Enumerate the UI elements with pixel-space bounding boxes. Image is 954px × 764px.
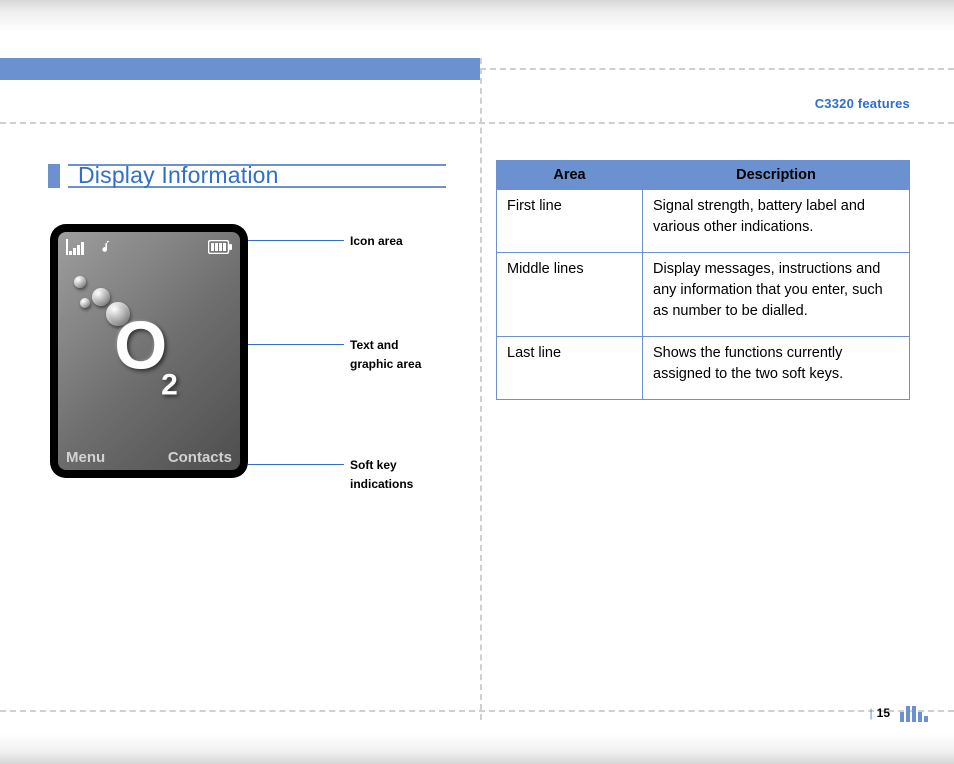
bottom-gradient — [0, 734, 954, 764]
th-area: Area — [497, 161, 643, 190]
phone-screen: O2 Menu Contacts — [58, 232, 240, 470]
footer-dash — [0, 710, 954, 712]
cell-desc: Shows the functions currently assigned t… — [643, 337, 910, 400]
o2-logo: O2 — [114, 312, 184, 380]
section-title: Display Information — [48, 160, 446, 194]
phone-status-row — [58, 236, 240, 258]
cell-area: First line — [497, 190, 643, 253]
table-row: Last line Shows the functions currently … — [497, 337, 910, 400]
header-dash — [0, 122, 954, 124]
section-title-text: Display Information — [78, 162, 279, 189]
callout-text-area-l1: Text and — [350, 338, 398, 352]
softkey-row: Menu Contacts — [58, 438, 240, 470]
callout-line — [248, 240, 344, 241]
water-drop-icon — [92, 288, 110, 306]
water-drop-icon — [80, 298, 90, 308]
header-section-label: C3320 features — [815, 96, 910, 111]
table-row: First line Signal strength, battery labe… — [497, 190, 910, 253]
signal-icon — [66, 239, 88, 255]
thumb-index-icon — [900, 706, 928, 722]
callout-icon-area: Icon area — [350, 232, 460, 251]
vertical-divider — [480, 58, 482, 720]
th-desc: Description — [643, 161, 910, 190]
table-header-row: Area Description — [497, 161, 910, 190]
o2-logo-sub: 2 — [161, 369, 178, 402]
cell-desc: Display messages, instructions and any i… — [643, 253, 910, 337]
o2-logo-letter: O — [114, 312, 167, 380]
phone-display-illustration: O2 Menu Contacts — [50, 224, 248, 478]
cell-area: Middle lines — [497, 253, 643, 337]
music-note-icon — [98, 239, 112, 255]
table-row: Middle lines Display messages, instructi… — [497, 253, 910, 337]
top-blue-bar — [0, 58, 480, 80]
callout-softkey-l1: Soft key — [350, 458, 397, 472]
callout-softkey-l2: indications — [350, 477, 413, 491]
left-softkey-label: Menu — [66, 449, 105, 466]
callout-text-area-l2: graphic area — [350, 357, 421, 371]
top-dash-right — [480, 68, 954, 70]
page-number: |15 — [870, 706, 890, 720]
cell-area: Last line — [497, 337, 643, 400]
water-drop-icon — [74, 276, 86, 288]
callout-text-area: Text and graphic area — [350, 336, 460, 374]
cell-desc: Signal strength, battery label and vario… — [643, 190, 910, 253]
top-gradient — [0, 0, 954, 32]
right-softkey-label: Contacts — [168, 449, 232, 466]
page-number-value: 15 — [877, 706, 890, 720]
callout-line — [248, 464, 344, 465]
callout-softkey: Soft key indications — [350, 456, 460, 494]
display-areas-table: Area Description First line Signal stren… — [496, 160, 910, 400]
callout-line — [248, 344, 344, 345]
battery-icon — [208, 240, 232, 254]
section-title-marker — [48, 164, 60, 188]
